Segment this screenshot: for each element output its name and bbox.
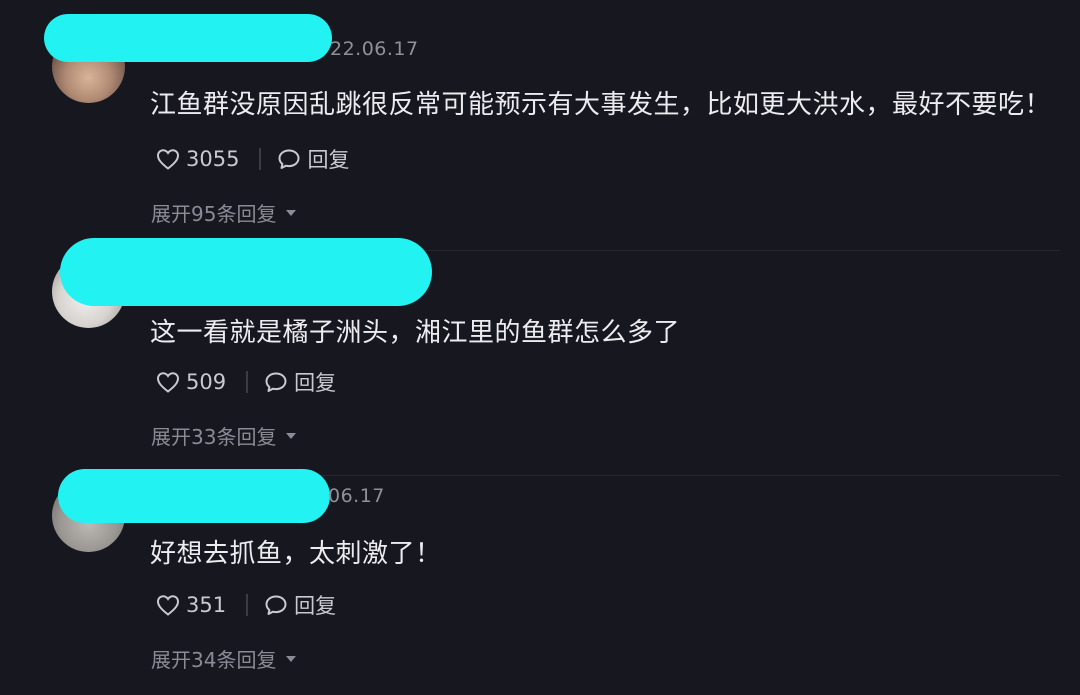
comment-text: 江鱼群没原因乱跳很反常可能预示有大事发生，比如更大洪水，最好不要吃！ bbox=[150, 90, 1052, 120]
comment-actions: 3055 回复 bbox=[156, 144, 349, 174]
comment-actions: 351 回复 bbox=[156, 590, 336, 620]
like-button[interactable]: 351 bbox=[156, 593, 226, 617]
speech-bubble-icon bbox=[264, 371, 288, 393]
heart-outline-icon bbox=[156, 371, 180, 393]
comment-date: 22.06.17 bbox=[330, 38, 419, 60]
action-divider bbox=[246, 594, 249, 616]
heart-outline-icon bbox=[156, 594, 180, 616]
like-button[interactable]: 3055 bbox=[156, 147, 239, 171]
like-count: 509 bbox=[186, 370, 227, 394]
caret-down-icon bbox=[286, 432, 297, 439]
comment-item: 22.06.17 江鱼群没原因乱跳很反常可能预示有大事发生，比如更大洪水，最好不… bbox=[0, 0, 1080, 240]
like-count: 351 bbox=[186, 593, 227, 617]
reply-button[interactable]: 回复 bbox=[264, 367, 336, 397]
comment-item: 这一看就是橘子洲头，湘江里的鱼群怎么多了 509 回复 展开33条回复 bbox=[0, 238, 1080, 470]
action-divider bbox=[246, 371, 249, 393]
expand-replies-label: 展开34条回复 bbox=[151, 648, 277, 672]
username-redaction bbox=[60, 238, 432, 306]
comment-text: 这一看就是橘子洲头，湘江里的鱼群怎么多了 bbox=[150, 318, 681, 348]
like-count: 3055 bbox=[186, 147, 240, 171]
expand-replies-label: 展开33条回复 bbox=[151, 425, 277, 449]
reply-button[interactable]: 回复 bbox=[264, 590, 336, 620]
comment-item: 06.17 好想去抓鱼，太刺激了！ 351 回复 展开34条回复 bbox=[0, 465, 1080, 695]
username-redaction bbox=[44, 14, 332, 62]
caret-down-icon bbox=[286, 209, 297, 216]
comment-list: 22.06.17 江鱼群没原因乱跳很反常可能预示有大事发生，比如更大洪水，最好不… bbox=[0, 0, 1080, 695]
expand-replies-button[interactable]: 展开34条回复 bbox=[151, 644, 297, 673]
caret-down-icon bbox=[286, 655, 297, 662]
comment-date: 06.17 bbox=[328, 485, 385, 507]
reply-button[interactable]: 回复 bbox=[277, 144, 349, 174]
expand-replies-label: 展开95条回复 bbox=[151, 202, 277, 226]
reply-label: 回复 bbox=[294, 594, 337, 618]
expand-replies-button[interactable]: 展开33条回复 bbox=[151, 421, 297, 450]
comment-text: 好想去抓鱼，太刺激了！ bbox=[150, 539, 442, 569]
reply-label: 回复 bbox=[307, 148, 350, 172]
username-redaction bbox=[58, 469, 330, 523]
action-divider bbox=[259, 148, 262, 170]
expand-replies-button[interactable]: 展开95条回复 bbox=[151, 198, 297, 227]
speech-bubble-icon bbox=[264, 594, 288, 616]
like-button[interactable]: 509 bbox=[156, 370, 226, 394]
speech-bubble-icon bbox=[277, 148, 301, 170]
comment-actions: 509 回复 bbox=[156, 367, 336, 397]
heart-outline-icon bbox=[156, 148, 180, 170]
reply-label: 回复 bbox=[294, 371, 337, 395]
